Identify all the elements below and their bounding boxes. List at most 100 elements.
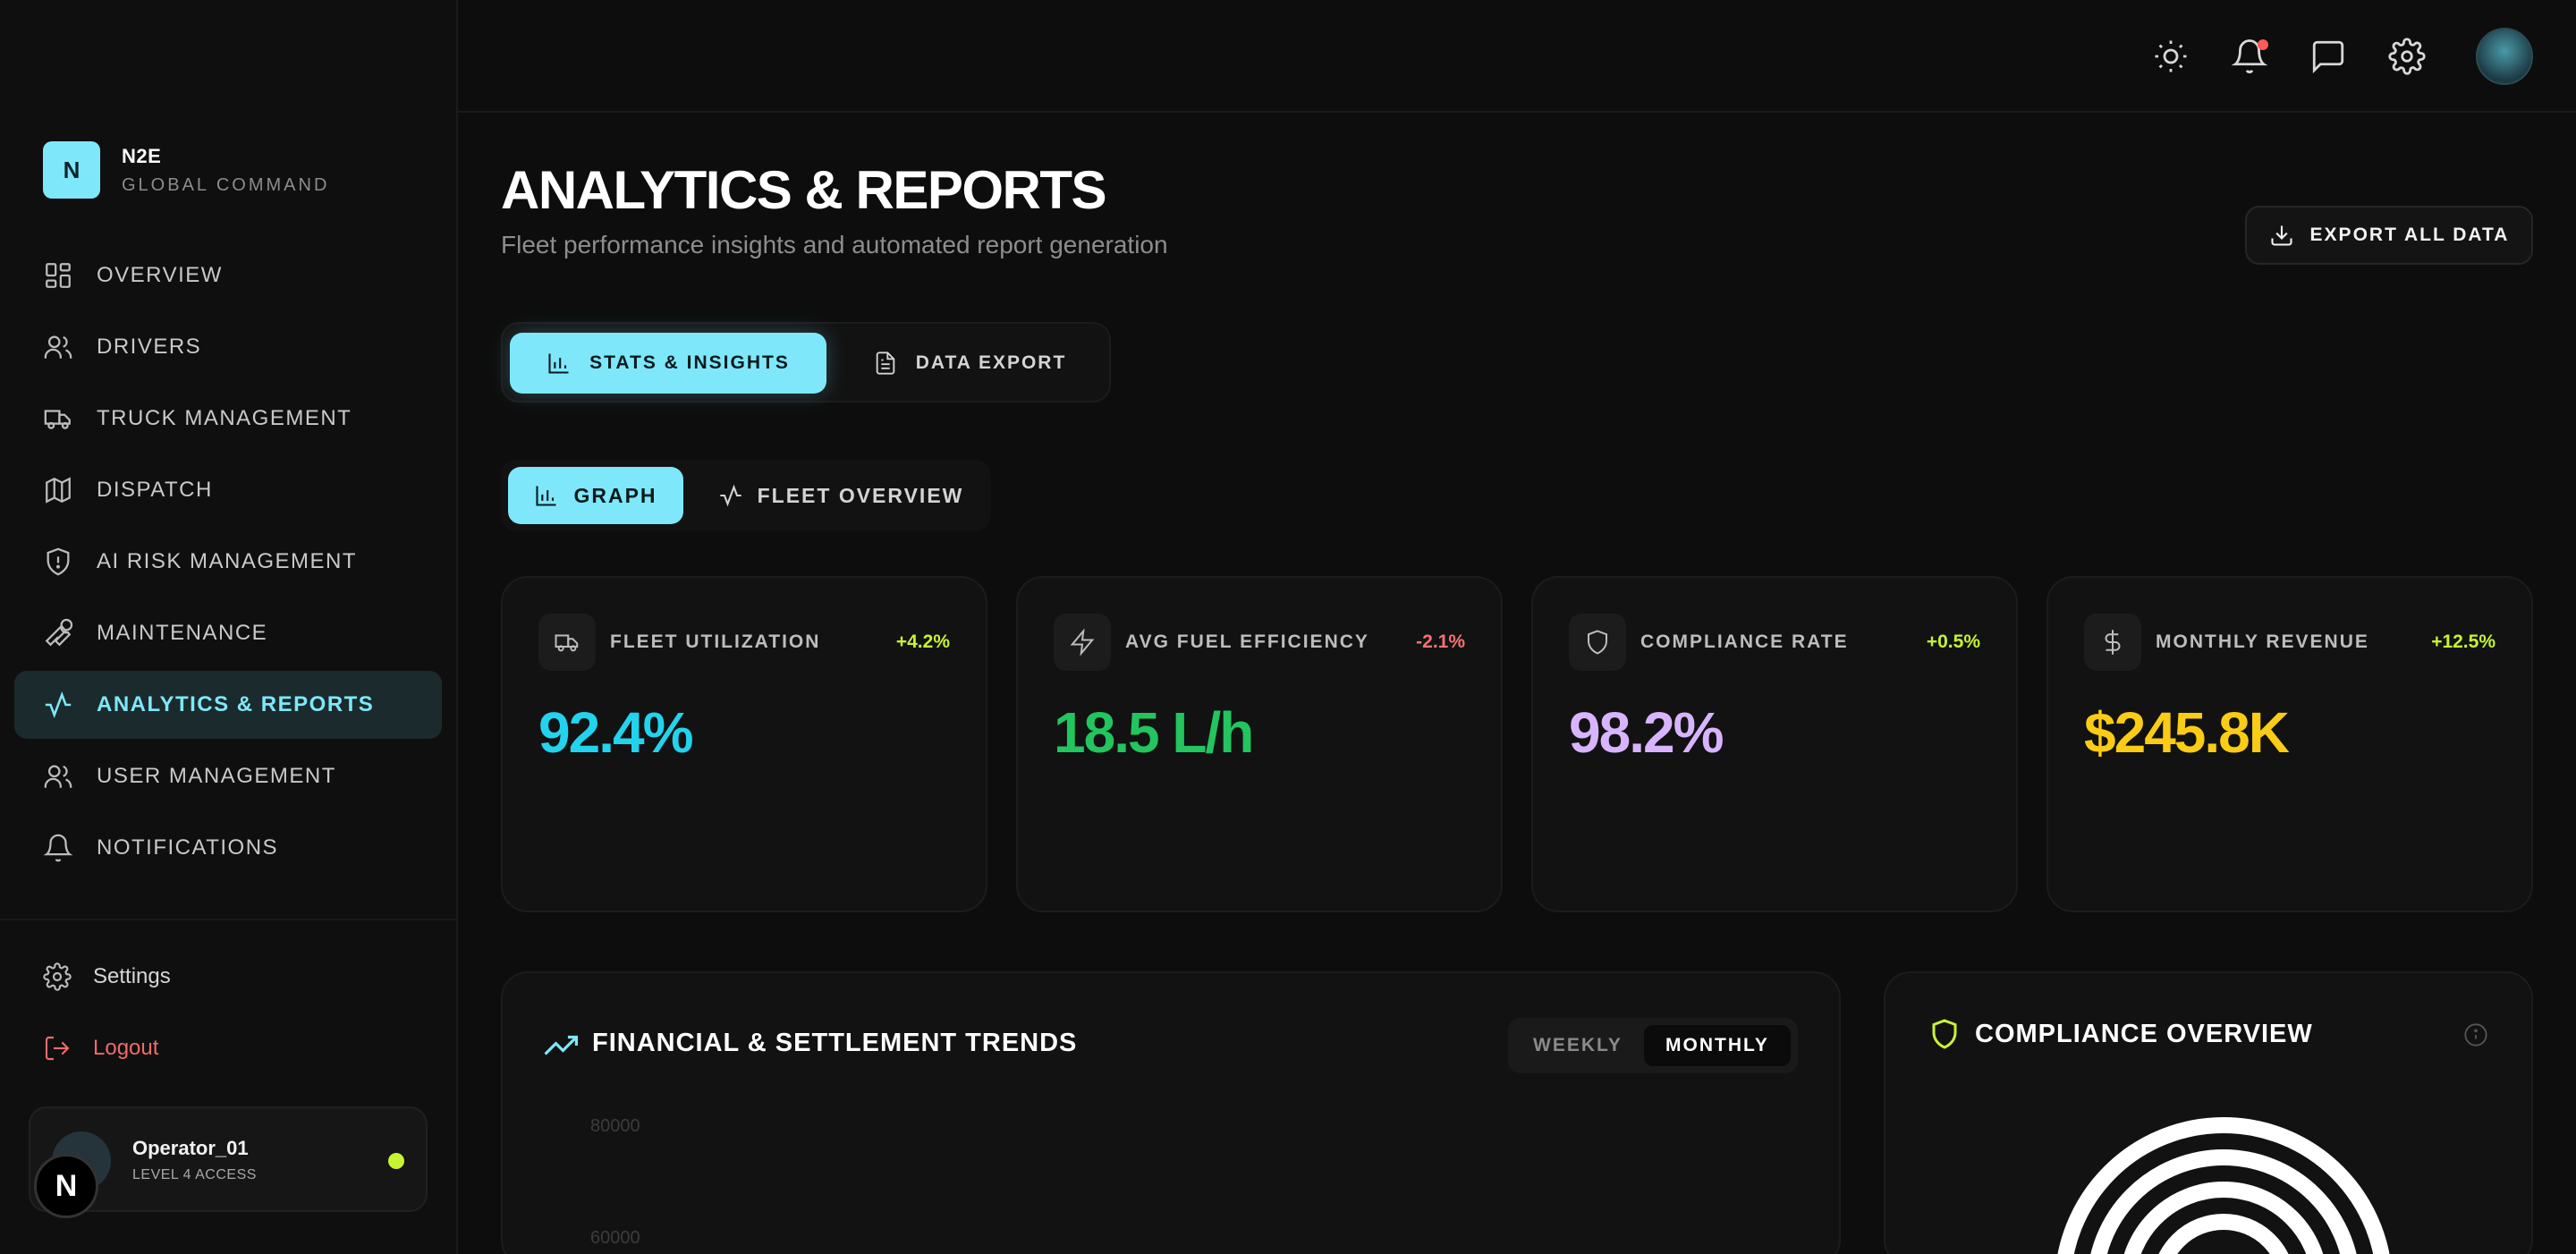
- period-monthly[interactable]: MONTHLY: [1644, 1025, 1791, 1066]
- brand-name: N2E: [122, 144, 162, 167]
- shield-alert-icon: [47, 547, 70, 576]
- sidebar-item-label: DRIVERS: [97, 335, 202, 359]
- sidebar-item-label: USER MANAGEMENT: [97, 764, 336, 788]
- sidebar-item-maintenance[interactable]: MAINTENANCE: [14, 599, 442, 667]
- stat-card-fleet-utilization: FLEET UTILIZATION +4.2% 92.4%: [501, 576, 987, 912]
- activity-icon: [45, 691, 72, 718]
- stat-label: MONTHLY REVENUE: [2156, 631, 2369, 652]
- sidebar-nav: OVERVIEW DRIVERS TRUCK MANAGEMENT DISPAT…: [14, 241, 442, 885]
- file-text-icon: [876, 352, 894, 375]
- sidebar-item-label: MAINTENANCE: [97, 621, 268, 645]
- stat-value: 18.5 L/h: [1054, 700, 1254, 765]
- bar-chart-icon: [536, 486, 556, 506]
- tab-label: STATS & INSIGHTS: [589, 352, 790, 373]
- main-tabs: STATS & INSIGHTS DATA EXPORT: [501, 322, 1111, 402]
- stat-delta: -2.1%: [1416, 631, 1465, 652]
- tab-data-export[interactable]: DATA EXPORT: [835, 333, 1104, 394]
- tab-graph[interactable]: GRAPH: [508, 467, 683, 524]
- page-title: ANALYTICS & REPORTS: [501, 160, 1107, 220]
- brand-logo: N: [43, 141, 100, 199]
- dollar-icon: [2084, 614, 2141, 671]
- tab-fleet-overview[interactable]: FLEET OVERVIEW: [699, 467, 982, 524]
- export-all-data-button[interactable]: EXPORT ALL DATA: [2245, 206, 2533, 265]
- stat-delta: +0.5%: [1926, 631, 1980, 652]
- message-icon[interactable]: [2309, 38, 2347, 75]
- stat-label: AVG FUEL EFFICIENCY: [1125, 631, 1369, 652]
- stat-card-avg-fuel-efficiency: AVG FUEL EFFICIENCY -2.1% 18.5 L/h: [1016, 576, 1503, 912]
- period-weekly[interactable]: WEEKLY: [1515, 1025, 1640, 1066]
- info-icon[interactable]: [2463, 1022, 2488, 1047]
- sidebar-item-label: OVERVIEW: [97, 263, 223, 287]
- wrench-icon: [45, 618, 73, 647]
- stat-delta: +4.2%: [895, 631, 950, 652]
- shield-icon: [1569, 614, 1626, 671]
- period-toggle: WEEKLY MONTHLY: [1508, 1018, 1798, 1073]
- sidebar-item-drivers[interactable]: DRIVERS: [14, 313, 442, 381]
- users-icon: [44, 335, 72, 359]
- truck-icon: [44, 410, 71, 429]
- truck-icon: [538, 614, 596, 671]
- radial-ring: [2158, 1214, 2289, 1254]
- stat-delta: +12.5%: [2431, 631, 2496, 652]
- brand[interactable]: N N2E GLOBAL COMMAND: [43, 141, 329, 199]
- trending-up-icon: [544, 1035, 578, 1055]
- settings-link[interactable]: Settings: [43, 962, 171, 991]
- sidebar-item-label: ANALYTICS & REPORTS: [97, 692, 375, 716]
- sidebar-item-notifications[interactable]: NOTIFICATIONS: [14, 814, 442, 882]
- brand-text: N2E GLOBAL COMMAND: [122, 145, 329, 196]
- shield-icon: [1932, 1019, 1957, 1049]
- zap-icon: [1054, 614, 1111, 671]
- page-subtitle: Fleet performance insights and automated…: [501, 231, 1168, 258]
- y-tick-label: 80000: [590, 1116, 640, 1136]
- bar-chart-icon: [548, 353, 569, 374]
- logout-link[interactable]: Logout: [43, 1034, 158, 1063]
- gear-icon: [43, 962, 72, 991]
- sidebar-divider: [0, 919, 456, 920]
- download-icon: [2270, 225, 2292, 246]
- user-name: Operator_01: [132, 1137, 249, 1159]
- users-icon: [44, 765, 72, 788]
- sidebar-item-ai-risk-management[interactable]: AI RISK MANAGEMENT: [14, 528, 442, 596]
- export-label: EXPORT ALL DATA: [2309, 225, 2510, 245]
- next-logo-badge[interactable]: N: [34, 1154, 98, 1218]
- sidebar-item-label: DISPATCH: [97, 478, 213, 502]
- activity-icon: [719, 484, 741, 507]
- stat-label: COMPLIANCE RATE: [1640, 631, 1849, 652]
- sidebar-item-label: TRUCK MANAGEMENT: [97, 406, 352, 430]
- y-tick-label: 60000: [590, 1228, 640, 1248]
- brand-subtitle: GLOBAL COMMAND: [122, 174, 330, 195]
- settings-label: Settings: [93, 964, 171, 988]
- stat-value: 92.4%: [538, 700, 693, 765]
- map-icon: [46, 477, 71, 504]
- notification-dot: [2258, 39, 2268, 50]
- logout-icon: [45, 1036, 70, 1061]
- stat-card-monthly-revenue: MONTHLY REVENUE +12.5% $245.8K: [2046, 576, 2533, 912]
- bell-icon: [43, 834, 73, 862]
- sidebar: N N2E GLOBAL COMMAND OVERVIEW DRIVERS TR…: [0, 0, 458, 1254]
- compliance-overview-title: COMPLIANCE OVERVIEW: [1975, 1020, 2313, 1048]
- stat-label: FLEET UTILIZATION: [610, 631, 821, 652]
- sun-icon[interactable]: [2152, 38, 2190, 75]
- profile-avatar[interactable]: [2476, 28, 2533, 85]
- sidebar-item-analytics-reports[interactable]: ANALYTICS & REPORTS: [14, 671, 442, 739]
- financial-trends-panel: [501, 971, 1841, 1254]
- compliance-radial-chart: [2057, 1117, 2390, 1254]
- user-level: LEVEL 4 ACCESS: [132, 1167, 257, 1182]
- logout-label: Logout: [93, 1036, 159, 1060]
- tab-label: FLEET OVERVIEW: [757, 483, 964, 507]
- compliance-overview-panel: [1884, 971, 2533, 1254]
- sidebar-item-truck-management[interactable]: TRUCK MANAGEMENT: [14, 385, 442, 453]
- sidebar-item-label: NOTIFICATIONS: [97, 835, 279, 860]
- view-tabs: GRAPH FLEET OVERVIEW: [501, 460, 991, 531]
- online-status-dot: [388, 1153, 404, 1169]
- tab-stats-insights[interactable]: STATS & INSIGHTS: [510, 333, 826, 394]
- dashboard-icon: [46, 263, 71, 288]
- sidebar-item-user-management[interactable]: USER MANAGEMENT: [14, 742, 442, 810]
- sidebar-item-dispatch[interactable]: DISPATCH: [14, 456, 442, 524]
- sidebar-item-overview[interactable]: OVERVIEW: [14, 241, 442, 309]
- stat-card-compliance-rate: COMPLIANCE RATE +0.5% 98.2%: [1531, 576, 2018, 912]
- stat-value: $245.8K: [2084, 700, 2290, 765]
- gear-icon[interactable]: [2388, 38, 2426, 75]
- financial-trends-title: FINANCIAL & SETTLEMENT TRENDS: [592, 1029, 1078, 1057]
- tab-label: DATA EXPORT: [915, 352, 1067, 373]
